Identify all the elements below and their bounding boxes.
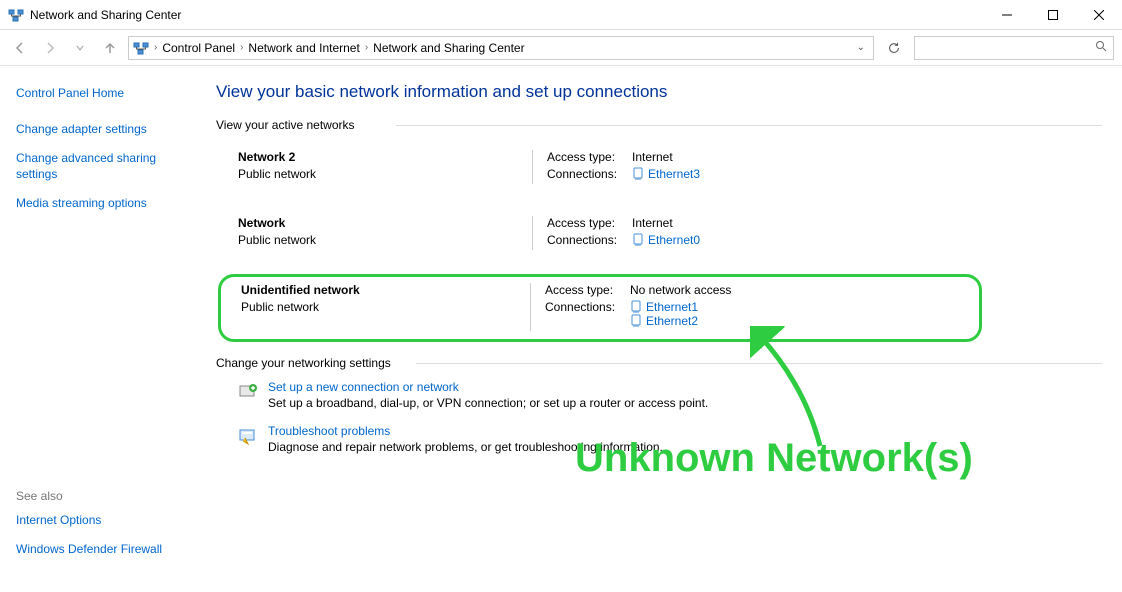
- sidebar-link-adapter[interactable]: Change adapter settings: [16, 122, 194, 138]
- settings-item: Troubleshoot problems Diagnose and repai…: [238, 424, 1102, 454]
- settings-item: Set up a new connection or network Set u…: [238, 380, 1102, 410]
- connections-label: Connections:: [547, 167, 632, 181]
- connection-link[interactable]: Ethernet0: [648, 233, 700, 247]
- sidebar-link-sharing[interactable]: Change advanced sharing settings: [16, 151, 194, 182]
- connections-label: Connections:: [547, 233, 632, 247]
- chevron-right-icon[interactable]: ›: [151, 42, 160, 53]
- access-type-label: Access type:: [547, 150, 632, 164]
- troubleshoot-link[interactable]: Troubleshoot problems: [268, 424, 390, 438]
- connections-label: Connections:: [545, 300, 630, 314]
- sidebar-link-streaming[interactable]: Media streaming options: [16, 196, 194, 212]
- see-also-firewall[interactable]: Windows Defender Firewall: [16, 542, 194, 558]
- breadcrumb-item[interactable]: Network and Sharing Center: [373, 41, 524, 55]
- breadcrumb-item[interactable]: Network and Internet: [248, 41, 359, 55]
- highlight-annotation-box: Unidentified network Public network Acce…: [218, 274, 982, 342]
- connection-link[interactable]: Ethernet3: [648, 167, 700, 181]
- network-center-icon: [133, 40, 149, 56]
- breadcrumb-expand[interactable]: ⌄: [853, 42, 869, 53]
- refresh-button[interactable]: [880, 36, 908, 60]
- minimize-button[interactable]: [984, 0, 1030, 30]
- forward-button[interactable]: [38, 36, 62, 60]
- access-type-value: Internet: [632, 150, 673, 164]
- active-networks-section-title: View your active networks: [216, 118, 1102, 132]
- breadcrumb-item[interactable]: Control Panel: [162, 41, 235, 55]
- network-center-icon: [8, 7, 24, 23]
- network-block: Network 2 Public network Access type: In…: [216, 142, 1102, 208]
- new-connection-icon: [238, 382, 258, 402]
- access-type-label: Access type:: [547, 216, 632, 230]
- ethernet-icon: [630, 314, 642, 328]
- troubleshoot-desc: Diagnose and repair network problems, or…: [268, 440, 663, 454]
- troubleshoot-icon: [238, 426, 258, 446]
- connection-link[interactable]: Ethernet2: [646, 314, 698, 328]
- maximize-button[interactable]: [1030, 0, 1076, 30]
- titlebar: Network and Sharing Center: [0, 0, 1122, 30]
- search-box[interactable]: [914, 36, 1114, 60]
- see-also-label: See also: [16, 489, 194, 503]
- network-block: Unidentified network Public network Acce…: [241, 283, 969, 331]
- network-block: Network Public network Access type: Inte…: [216, 208, 1102, 274]
- connection-link[interactable]: Ethernet1: [646, 300, 698, 314]
- ethernet-icon: [630, 300, 642, 314]
- chevron-right-icon[interactable]: ›: [237, 42, 246, 53]
- access-type-value: No network access: [630, 283, 731, 297]
- page-heading: View your basic network information and …: [216, 82, 1102, 102]
- sidebar: Control Panel Home Change adapter settin…: [0, 66, 210, 592]
- main-content: View your basic network information and …: [210, 66, 1122, 592]
- network-type: Public network: [238, 233, 522, 247]
- body: Control Panel Home Change adapter settin…: [0, 66, 1122, 592]
- search-icon: [1095, 40, 1107, 55]
- recent-dropdown[interactable]: [68, 36, 92, 60]
- breadcrumb[interactable]: › Control Panel › Network and Internet ›…: [128, 36, 874, 60]
- network-name: Network 2: [238, 150, 522, 164]
- back-button[interactable]: [8, 36, 32, 60]
- up-button[interactable]: [98, 36, 122, 60]
- close-button[interactable]: [1076, 0, 1122, 30]
- chevron-right-icon[interactable]: ›: [362, 42, 371, 53]
- change-settings-section-title: Change your networking settings: [216, 356, 1102, 370]
- network-name: Network: [238, 216, 522, 230]
- access-type-label: Access type:: [545, 283, 630, 297]
- network-name: Unidentified network: [241, 283, 520, 297]
- window-title: Network and Sharing Center: [30, 8, 984, 22]
- network-type: Public network: [241, 300, 520, 314]
- search-input[interactable]: [921, 41, 1095, 55]
- access-type-value: Internet: [632, 216, 673, 230]
- ethernet-icon: [632, 233, 644, 247]
- see-also-internet-options[interactable]: Internet Options: [16, 513, 194, 529]
- network-type: Public network: [238, 167, 522, 181]
- control-panel-home-link[interactable]: Control Panel Home: [16, 86, 194, 102]
- navbar: › Control Panel › Network and Internet ›…: [0, 30, 1122, 66]
- ethernet-icon: [632, 167, 644, 181]
- setup-connection-desc: Set up a broadband, dial-up, or VPN conn…: [268, 396, 708, 410]
- window-controls: [984, 0, 1122, 30]
- setup-connection-link[interactable]: Set up a new connection or network: [268, 380, 459, 394]
